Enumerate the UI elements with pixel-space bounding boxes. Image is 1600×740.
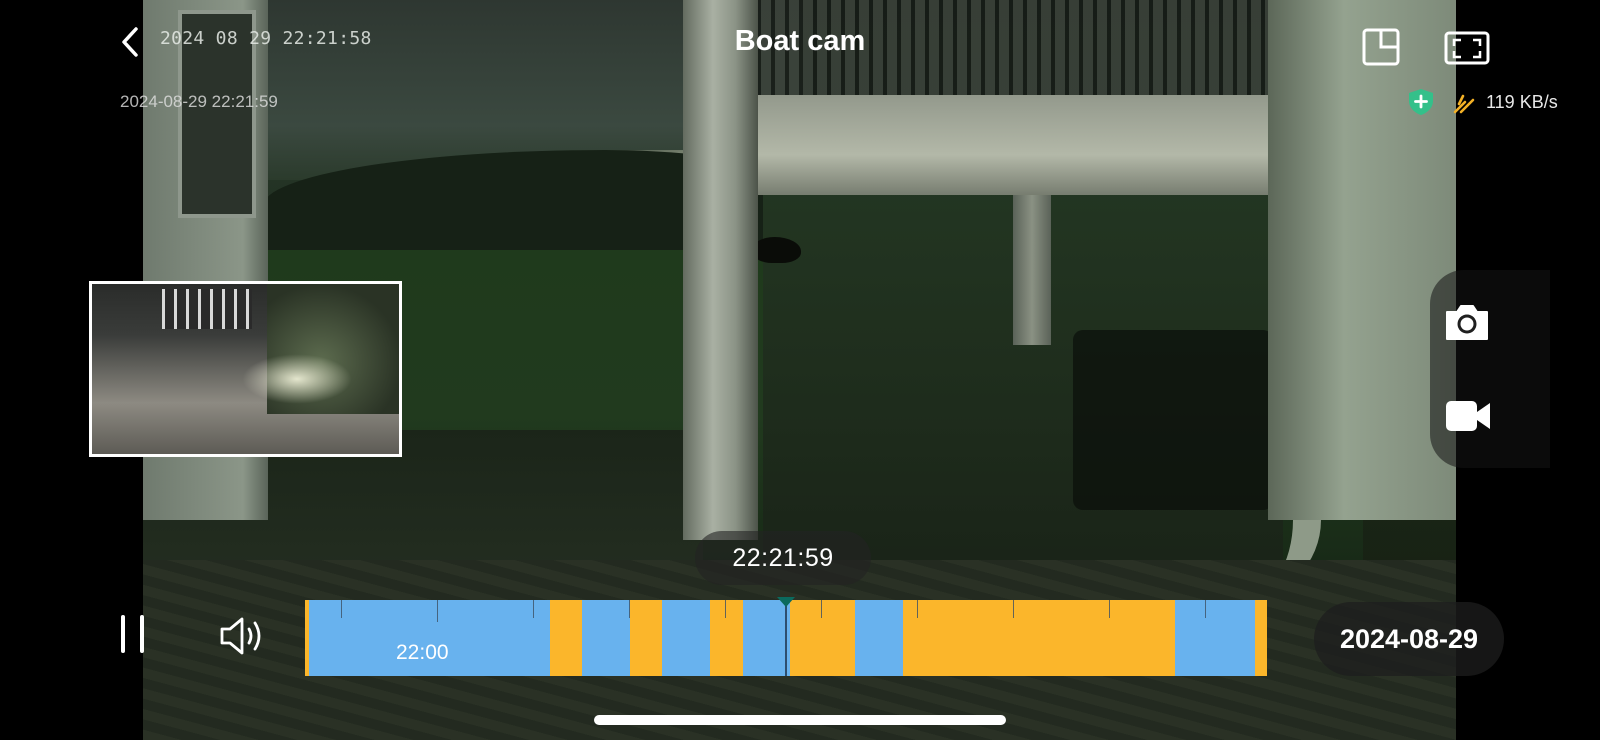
pip-button[interactable]	[1362, 28, 1400, 66]
timeline-tick	[1205, 600, 1206, 618]
gate	[162, 289, 252, 329]
house-wall-right	[1268, 0, 1456, 520]
volume-icon	[220, 617, 261, 655]
fullscreen-icon	[1444, 31, 1490, 65]
bandwidth-icon	[1453, 92, 1475, 114]
page-title: Boat cam	[734, 25, 866, 57]
timeline-tick	[725, 600, 726, 618]
pause-icon	[121, 615, 125, 653]
light-spot	[242, 354, 352, 404]
fullscreen-button[interactable]	[1444, 31, 1490, 65]
video-camera-icon	[1446, 401, 1490, 431]
timeline-tick	[437, 600, 438, 622]
timeline-tick	[533, 600, 534, 618]
timeline-tick	[821, 600, 822, 618]
event-segment[interactable]	[790, 600, 855, 676]
playhead[interactable]	[785, 598, 787, 676]
record-button[interactable]	[1444, 397, 1492, 435]
playhead-marker	[777, 597, 795, 607]
camera-icon	[1446, 305, 1488, 340]
house-pillar	[683, 0, 758, 540]
event-segment[interactable]	[710, 600, 743, 676]
timeline-tick	[1109, 600, 1110, 618]
picture-in-picture-icon	[1362, 28, 1400, 66]
pause-icon	[140, 615, 144, 653]
recording-datetime: 2024-08-29 22:21:59	[120, 92, 278, 111]
timeline-tick	[341, 600, 342, 618]
home-indicator[interactable]	[594, 715, 1006, 725]
event-segment[interactable]	[305, 600, 309, 676]
timeline-tick	[1013, 600, 1014, 618]
event-segment[interactable]	[630, 600, 662, 676]
pause-button[interactable]	[118, 615, 148, 653]
timeline-tick	[629, 600, 630, 618]
timeline-tick	[917, 600, 918, 618]
timeline-time-label: 22:00	[396, 641, 449, 664]
side-control-panel	[1430, 270, 1550, 468]
event-segment[interactable]	[550, 600, 582, 676]
balcony	[733, 95, 1298, 195]
secondary-camera-preview[interactable]	[89, 281, 402, 457]
animal-silhouette	[741, 237, 801, 263]
event-segment[interactable]	[903, 600, 1175, 676]
patio-pillar	[1013, 195, 1051, 345]
bitrate-readout: 119 KB/s	[1486, 92, 1558, 112]
event-segment[interactable]	[1255, 600, 1267, 676]
volume-button[interactable]	[218, 614, 268, 658]
playback-time-bubble: 22:21:59	[695, 531, 871, 585]
date-selector-button[interactable]: 2024-08-29	[1314, 602, 1504, 676]
shield-plus-icon	[1408, 88, 1434, 116]
snapshot-button[interactable]	[1444, 302, 1490, 342]
